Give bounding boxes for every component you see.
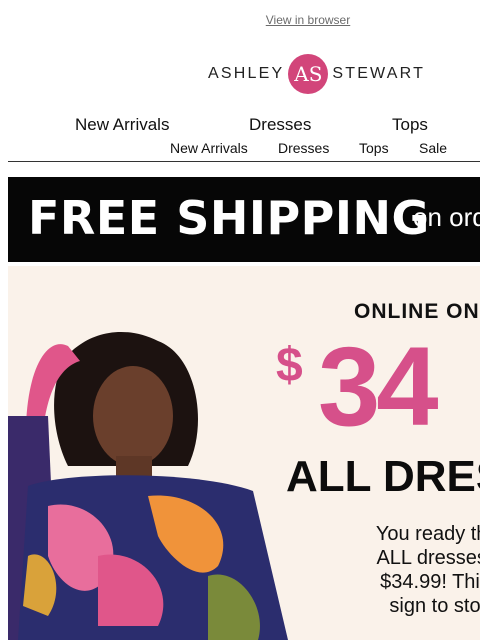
dress-promo-banner[interactable]: ONLINE ONL $ 34 ALL DRES You ready that … (8, 266, 480, 640)
promo-headline: ALL DRES (286, 452, 480, 501)
model-photo (8, 331, 288, 640)
nav-divider (8, 161, 480, 162)
nav-dresses[interactable]: Dresses (249, 115, 311, 135)
promo-copy-line: sign to stoc (389, 595, 480, 617)
nav-tops[interactable]: Tops (392, 115, 428, 135)
promo-copy-line: $34.99! This i (380, 571, 480, 593)
subnav-sale[interactable]: Sale (419, 140, 447, 156)
shipping-subtext: on ord (413, 202, 480, 232)
brand-logo[interactable]: ASHLEY AS STEWART (208, 52, 425, 96)
logo-text-left: ASHLEY (208, 65, 285, 82)
promo-copy: You ready that ALL dresses a $34.99! Thi… (330, 522, 480, 618)
secondary-nav: New Arrivals Dresses Tops Sale (0, 140, 480, 158)
primary-nav: New Arrivals Dresses Tops (0, 115, 480, 137)
price-value: 34 (318, 324, 439, 449)
nav-new-arrivals[interactable]: New Arrivals (75, 115, 169, 135)
view-in-browser-link[interactable]: View in browser (0, 13, 480, 27)
price-symbol: $ (276, 339, 303, 392)
logo-monogram: AS (288, 54, 329, 94)
subnav-tops[interactable]: Tops (359, 140, 389, 156)
promo-copy-line: ALL dresses a (376, 547, 480, 569)
logo-text-right: STEWART (332, 65, 426, 82)
shipping-headline: FREE SHIPPING (28, 191, 430, 245)
online-only-label: ONLINE ONL (354, 300, 480, 323)
subnav-dresses[interactable]: Dresses (278, 140, 329, 156)
promo-copy-line: You ready that (375, 523, 480, 545)
subnav-new-arrivals[interactable]: New Arrivals (170, 140, 248, 156)
free-shipping-banner[interactable]: FREE SHIPPING on ord (8, 177, 480, 262)
